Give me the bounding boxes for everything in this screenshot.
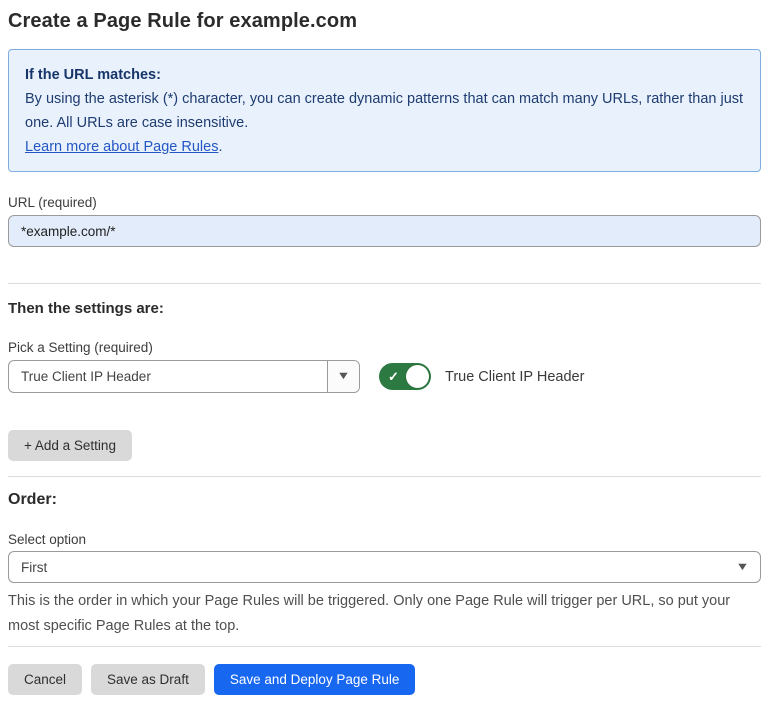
chevron-down-icon: ▼ bbox=[735, 562, 749, 573]
order-select-value: First bbox=[9, 560, 724, 575]
cancel-button[interactable]: Cancel bbox=[8, 664, 82, 695]
url-input[interactable] bbox=[8, 215, 761, 247]
save-and-deploy-button[interactable]: Save and Deploy Page Rule bbox=[214, 664, 416, 695]
order-select-label: Select option bbox=[8, 532, 761, 547]
info-box-body: By using the asterisk (*) character, you… bbox=[25, 87, 744, 135]
link-suffix: . bbox=[218, 139, 222, 155]
checkmark-icon: ✓ bbox=[388, 370, 399, 383]
footer-actions: Cancel Save as Draft Save and Deploy Pag… bbox=[8, 664, 761, 695]
url-field-label: URL (required) bbox=[8, 195, 761, 210]
settings-section-heading: Then the settings are: bbox=[8, 300, 761, 317]
toggle-label: True Client IP Header bbox=[445, 369, 584, 385]
section-divider bbox=[8, 476, 761, 477]
info-box-link-line: Learn more about Page Rules. bbox=[25, 139, 223, 155]
pick-setting-label: Pick a Setting (required) bbox=[8, 340, 761, 355]
section-divider bbox=[8, 283, 761, 284]
order-helper-text: This is the order in which your Page Rul… bbox=[8, 589, 748, 639]
footer-divider bbox=[8, 646, 761, 647]
add-setting-button[interactable]: + Add a Setting bbox=[8, 430, 132, 461]
setting-select[interactable]: True Client IP Header ▼ bbox=[8, 360, 360, 393]
page-title: Create a Page Rule for example.com bbox=[8, 10, 761, 33]
learn-more-link[interactable]: Learn more about Page Rules bbox=[25, 139, 218, 155]
save-as-draft-button[interactable]: Save as Draft bbox=[91, 664, 205, 695]
setting-select-caret-button[interactable]: ▼ bbox=[327, 361, 359, 392]
order-section-heading: Order: bbox=[8, 491, 761, 509]
chevron-down-icon: ▼ bbox=[336, 371, 350, 382]
toggle-knob bbox=[406, 365, 429, 388]
setting-select-value: True Client IP Header bbox=[9, 369, 327, 384]
order-select[interactable]: First ▼ bbox=[8, 551, 761, 583]
page-rule-form: Create a Page Rule for example.com If th… bbox=[0, 0, 769, 708]
setting-toggle[interactable]: ✓ bbox=[379, 363, 431, 390]
setting-row: True Client IP Header ▼ ✓ True Client IP… bbox=[8, 360, 761, 393]
order-select-caret: ▼ bbox=[724, 552, 760, 582]
url-match-info-box: If the URL matches: By using the asteris… bbox=[8, 49, 761, 172]
info-box-heading: If the URL matches: bbox=[25, 63, 744, 87]
